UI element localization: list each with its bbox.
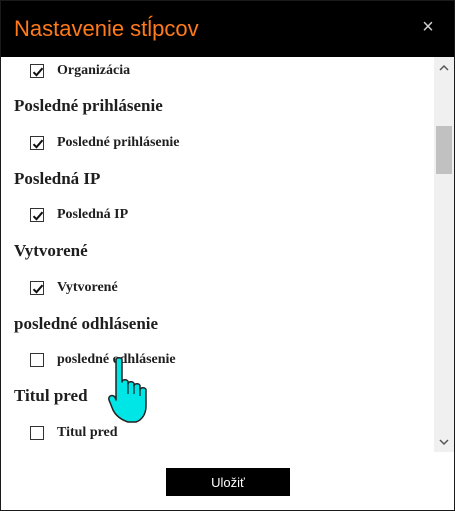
- hand-pointer-icon: [108, 357, 147, 423]
- list-item-posledna-ip[interactable]: Posledná IP: [30, 206, 128, 224]
- item-label: Organizácia: [57, 63, 131, 78]
- close-icon[interactable]: ×: [416, 15, 440, 39]
- item-label: Vytvorené: [57, 280, 118, 295]
- dialog-footer: Uložiť: [1, 452, 454, 510]
- group-header: Vytvorené: [14, 241, 88, 260]
- checkmark-icon: [32, 139, 44, 149]
- checkbox[interactable]: [30, 136, 44, 150]
- columns-list[interactable]: Organizácia Posledné prihlásenie Posledn…: [1, 57, 434, 452]
- column-settings-dialog: Nastavenie stĺpcov × Organizácia Posledn…: [0, 0, 455, 511]
- checkmark-icon: [32, 284, 44, 294]
- checkmark-icon: [32, 211, 44, 221]
- list-item-vytvorene[interactable]: Vytvorené: [30, 279, 118, 297]
- group-header: Posledné prihlásenie: [14, 96, 163, 115]
- checkbox[interactable]: [30, 281, 44, 295]
- checkbox[interactable]: [30, 64, 44, 78]
- item-label: Titul pred: [57, 425, 118, 440]
- chevron-down-icon[interactable]: [434, 433, 454, 451]
- dialog-title: Nastavenie stĺpcov: [14, 16, 199, 41]
- chevron-up-icon[interactable]: [434, 59, 454, 77]
- group-header: Titul pred: [14, 386, 88, 405]
- group-header: posledné odhlásenie: [14, 314, 159, 333]
- list-item-organizacia[interactable]: Organizácia: [30, 62, 130, 80]
- list-item-posledne-prihlasenie[interactable]: Posledné prihlásenie: [30, 134, 180, 152]
- checkbox[interactable]: [30, 208, 44, 222]
- checkbox[interactable]: [30, 426, 44, 440]
- vertical-scrollbar[interactable]: [434, 57, 454, 452]
- group-header: Posledná IP: [14, 169, 101, 188]
- checkmark-icon: [32, 67, 44, 77]
- scrollbar-thumb[interactable]: [436, 126, 452, 174]
- checkbox[interactable]: [30, 353, 44, 367]
- save-button[interactable]: Uložiť: [166, 468, 290, 496]
- dialog-titlebar: Nastavenie stĺpcov ×: [1, 1, 454, 57]
- item-label: Posledné prihlásenie: [57, 135, 180, 150]
- list-item-titul-pred[interactable]: Titul pred: [30, 424, 118, 442]
- item-label: Posledná IP: [57, 207, 129, 222]
